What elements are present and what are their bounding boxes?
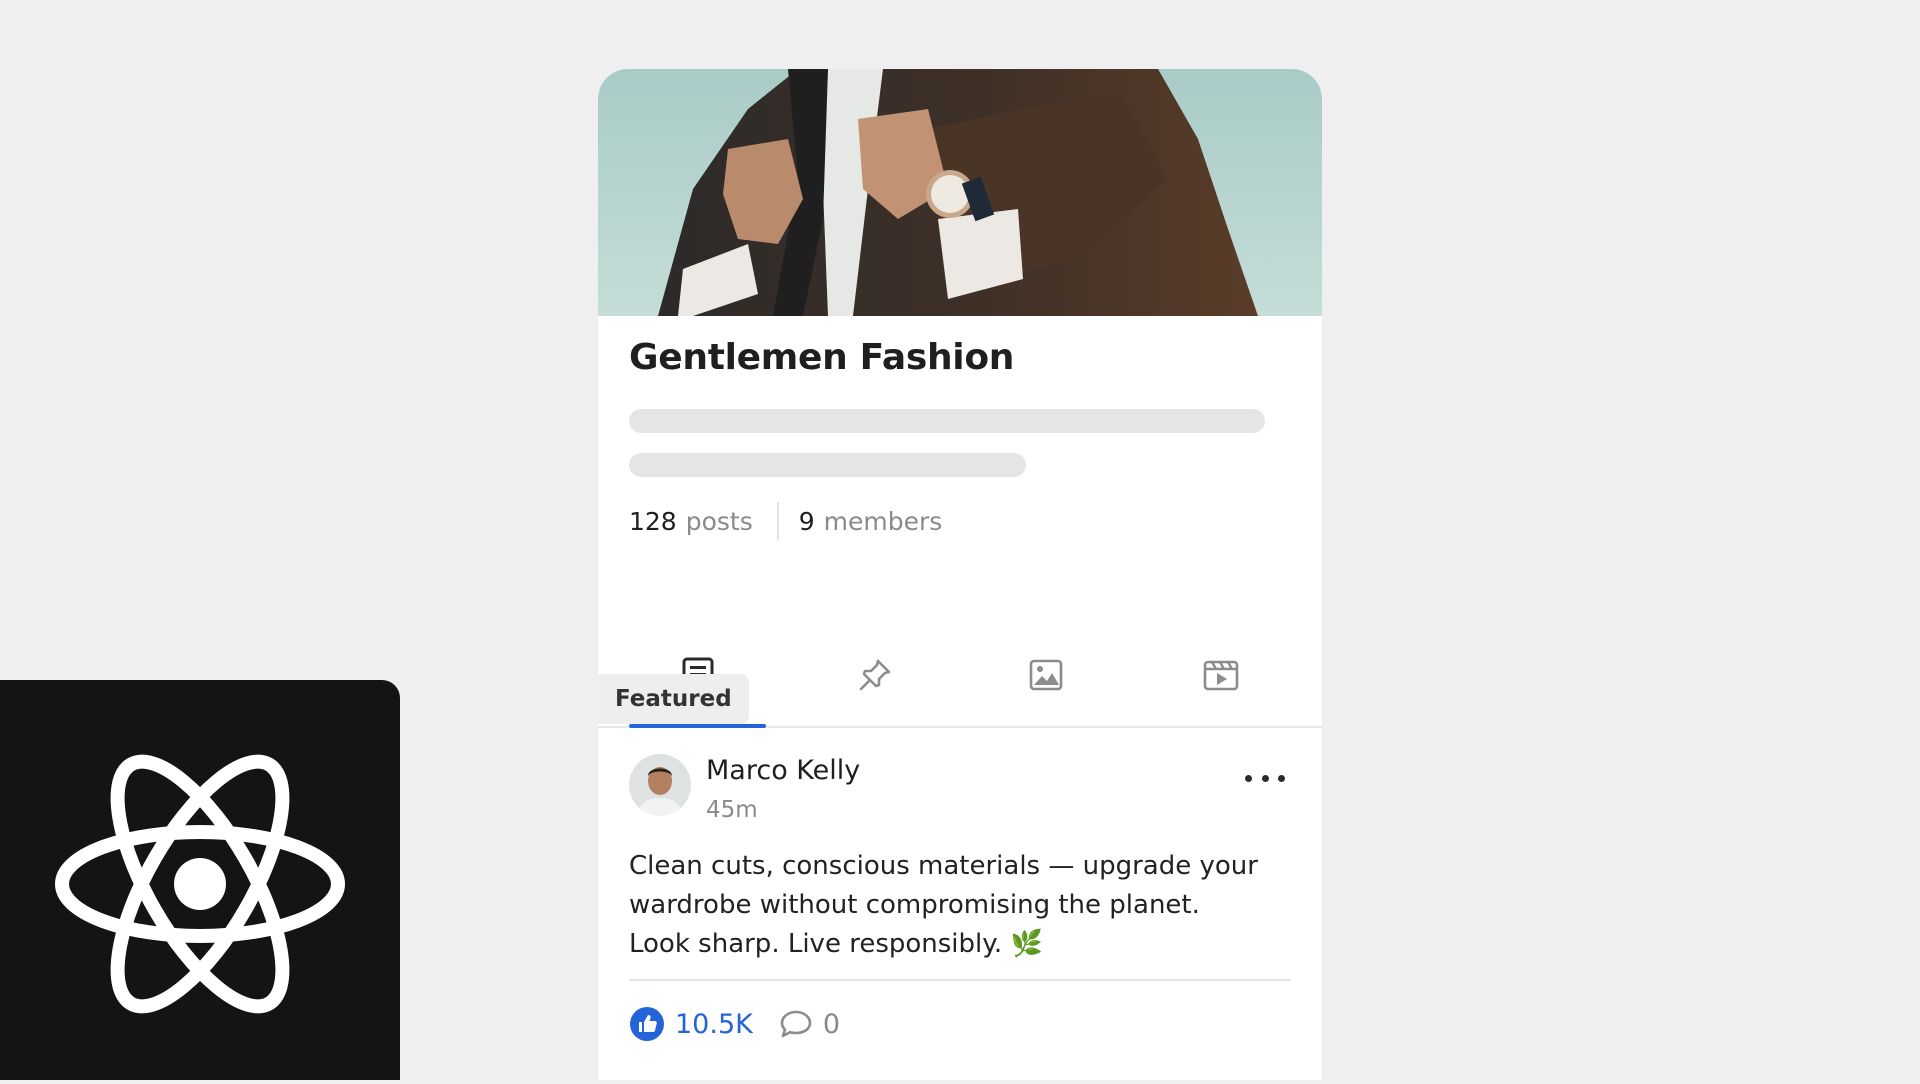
members-count: 9 [798, 506, 815, 536]
posts-label: posts [685, 506, 753, 536]
author-name[interactable]: Marco Kelly [706, 755, 860, 786]
stats-divider [776, 502, 779, 540]
comment-button[interactable]: 0 [779, 1009, 840, 1040]
comment-icon [780, 1010, 812, 1038]
featured-badge: Featured [598, 674, 749, 724]
pin-icon [859, 659, 890, 691]
group-title: Gentlemen Fashion [629, 337, 1015, 378]
comment-count: 0 [822, 1008, 841, 1040]
more-icon-dot [1261, 774, 1269, 782]
post-reactions: 10.5K 0 [629, 1001, 840, 1047]
description-placeholder [629, 409, 1265, 433]
post-body: Clean cuts, conscious materials — upgrad… [629, 847, 1289, 964]
description-placeholder [629, 453, 1026, 477]
posts-count: 128 [629, 506, 677, 536]
cover-photo [598, 69, 1322, 316]
post-line: Clean cuts, conscious materials — upgrad… [629, 851, 1258, 881]
post-line: wardrobe without compromising the planet… [629, 890, 1200, 920]
post-time: 45m [706, 797, 758, 823]
react-logo-panel [0, 680, 400, 1080]
more-icon-dot [1278, 774, 1285, 782]
more-icon [1245, 774, 1252, 782]
tab-pinned[interactable] [806, 624, 943, 726]
group-card: Gentlemen Fashion 128 posts 9 members Fe… [598, 69, 1322, 1080]
like-count[interactable]: 10.5K [675, 1009, 753, 1040]
avatar[interactable] [629, 754, 691, 816]
react-logo-icon [55, 754, 345, 1014]
tab-videos[interactable] [1152, 624, 1289, 726]
group-stats: 128 posts 9 members [629, 502, 942, 540]
more-options-button[interactable] [1245, 766, 1285, 790]
video-icon [1203, 660, 1238, 691]
like-icon[interactable] [629, 1006, 665, 1042]
image-icon [1029, 659, 1062, 691]
members-label[interactable]: members [824, 507, 943, 536]
post-divider [629, 979, 1291, 981]
post-line: Look sharp. Live responsibly. 🌿 [629, 929, 1043, 959]
tab-photos[interactable] [977, 624, 1114, 726]
